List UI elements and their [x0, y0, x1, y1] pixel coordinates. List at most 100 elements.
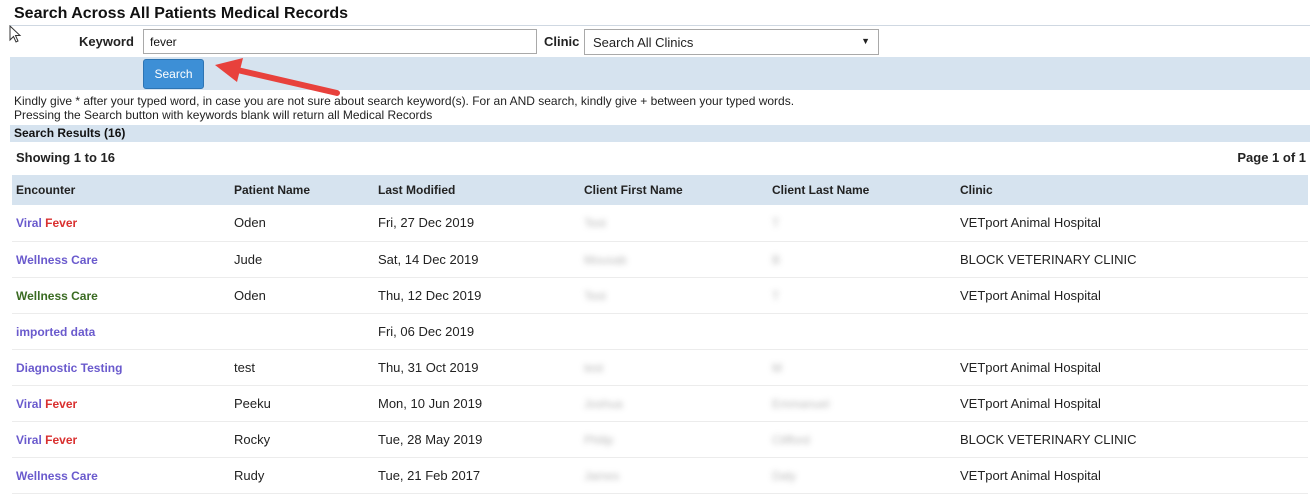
cell-last-modified: Fri, 27 Dec 2019 — [374, 205, 580, 242]
blurred-client-last-name: Emmanuel — [772, 396, 830, 411]
showing-range: Showing 1 to 16 — [16, 150, 115, 165]
cell-encounter: Viral Fever — [12, 421, 230, 458]
blurred-client-first-name: test — [584, 360, 604, 375]
column-header-patient-name[interactable]: Patient Name — [230, 175, 374, 205]
cell-client-first-name: Test — [580, 277, 768, 314]
clinic-label: Clinic — [544, 34, 580, 49]
search-button[interactable]: Search — [143, 59, 204, 89]
mouse-pointer-icon — [9, 25, 22, 43]
cell-encounter: Wellness Care — [12, 241, 230, 278]
results-table: Encounter Patient Name Last Modified Cli… — [12, 175, 1308, 494]
encounter-link[interactable]: imported data — [16, 325, 95, 339]
cell-clinic: VETport Animal Hospital — [956, 457, 1308, 494]
cell-encounter: Viral Fever — [12, 385, 230, 422]
column-header-client-last-name[interactable]: Client Last Name — [768, 175, 956, 205]
table-header-row: Encounter Patient Name Last Modified Cli… — [12, 175, 1308, 205]
encounter-text-a: Viral — [16, 216, 46, 231]
table-row: Wellness Care Oden Thu, 12 Dec 2019 Test T VE… — [12, 277, 1308, 314]
table-row: Viral Fever Rocky Tue, 28 May 2019 Philip Cl… — [12, 421, 1308, 458]
clinic-select-value: Search All Clinics — [593, 35, 694, 50]
cell-last-modified: Tue, 21 Feb 2017 — [374, 457, 580, 494]
cell-clinic: VETport Animal Hospital — [956, 205, 1308, 242]
cell-clinic: VETport Animal Hospital — [956, 385, 1308, 422]
blurred-client-first-name: Joshua — [584, 396, 623, 411]
cell-client-last-name: M — [768, 349, 956, 386]
encounter-link[interactable]: Wellness Care — [16, 469, 98, 483]
cell-patient-name: Peeku — [230, 385, 374, 422]
encounter-text-b: Fever — [45, 396, 78, 411]
table-row: Viral Fever Oden Fri, 27 Dec 2019 Test T VETp… — [12, 205, 1308, 242]
cell-clinic: BLOCK VETERINARY CLINIC — [956, 421, 1308, 458]
cell-patient-name: Oden — [230, 205, 374, 242]
cell-last-modified: Thu, 31 Oct 2019 — [374, 349, 580, 386]
blurred-client-last-name: B — [772, 252, 781, 267]
cell-patient-name: Rudy — [230, 457, 374, 494]
cell-client-last-name: T — [768, 277, 956, 314]
cell-client-first-name: test — [580, 349, 768, 386]
blurred-client-first-name: Mousab — [584, 252, 627, 267]
encounter-link[interactable]: Viral Fever — [16, 433, 77, 447]
cell-encounter: Wellness Care — [12, 457, 230, 494]
cell-client-first-name — [580, 313, 768, 350]
encounter-link[interactable]: Diagnostic Testing — [16, 361, 122, 375]
blurred-client-first-name: Test — [584, 288, 607, 303]
cell-last-modified: Sat, 14 Dec 2019 — [374, 241, 580, 278]
blurred-client-last-name: Daly — [772, 468, 797, 483]
cell-client-first-name: Joshua — [580, 385, 768, 422]
blurred-client-last-name: T — [772, 216, 780, 231]
cell-last-modified: Tue, 28 May 2019 — [374, 421, 580, 458]
table-row: Diagnostic Testing test Thu, 31 Oct 2019 te… — [12, 349, 1308, 386]
encounter-text-a: imported data — [16, 324, 96, 339]
cell-encounter: imported data — [12, 313, 230, 350]
blurred-client-last-name: T — [772, 288, 780, 303]
cell-patient-name — [230, 313, 374, 350]
column-header-clinic[interactable]: Clinic — [956, 175, 1308, 205]
blurred-client-first-name: Philip — [584, 432, 614, 447]
blurred-client-last-name: M — [772, 360, 782, 375]
chevron-down-icon: ▼ — [861, 36, 870, 46]
page-title: Search Across All Patients Medical Recor… — [14, 5, 349, 22]
column-header-encounter[interactable]: Encounter — [12, 175, 230, 205]
cell-client-first-name: Philip — [580, 421, 768, 458]
encounter-text-b: Fever — [45, 432, 78, 447]
cell-client-first-name: Test — [580, 205, 768, 242]
encounter-link[interactable]: Viral Fever — [16, 216, 77, 230]
cell-patient-name: Rocky — [230, 421, 374, 458]
encounter-text-a: Viral — [16, 432, 46, 447]
column-header-last-modified[interactable]: Last Modified — [374, 175, 580, 205]
column-header-client-first-name[interactable]: Client First Name — [580, 175, 768, 205]
cell-client-first-name: Mousab — [580, 241, 768, 278]
cell-patient-name: Jude — [230, 241, 374, 278]
encounter-link[interactable]: Wellness Care — [16, 253, 98, 267]
blurred-client-first-name: Test — [584, 216, 607, 231]
cell-client-last-name — [768, 313, 956, 350]
cell-clinic — [956, 313, 1308, 350]
cell-client-first-name: James — [580, 457, 768, 494]
table-row: imported data Fri, 06 Dec 2019 — [12, 313, 1308, 350]
help-text-line2: Pressing the Search button with keywords… — [14, 108, 433, 122]
encounter-text-a: Wellness Care — [16, 468, 98, 483]
keyword-label: Keyword — [79, 34, 134, 49]
table-row: Viral Fever Peeku Mon, 10 Jun 2019 Joshua Em… — [12, 385, 1308, 422]
cell-encounter: Viral Fever — [12, 205, 230, 242]
cell-client-last-name: Emmanuel — [768, 385, 956, 422]
keyword-input[interactable] — [143, 29, 537, 54]
table-row: Wellness Care Jude Sat, 14 Dec 2019 Mousab B… — [12, 241, 1308, 278]
encounter-text-a: Wellness Care — [16, 288, 98, 303]
cell-client-last-name: Clifford — [768, 421, 956, 458]
encounter-link[interactable]: Wellness Care — [16, 289, 98, 303]
cell-last-modified: Fri, 06 Dec 2019 — [374, 313, 580, 350]
search-results-bar: Search Results (16) — [10, 125, 1310, 142]
cell-clinic: BLOCK VETERINARY CLINIC — [956, 241, 1308, 278]
clinic-select[interactable]: Search All Clinics ▼ — [584, 29, 879, 55]
page-indicator: Page 1 of 1 — [1237, 150, 1306, 165]
cell-clinic: VETport Animal Hospital — [956, 277, 1308, 314]
encounter-link[interactable]: Viral Fever — [16, 397, 77, 411]
encounter-text-a: Wellness Care — [16, 252, 98, 267]
help-text-line1: Kindly give * after your typed word, in … — [14, 94, 795, 108]
title-divider — [10, 25, 1310, 26]
encounter-text-a: Diagnostic Testing — [16, 360, 123, 375]
cell-client-last-name: Daly — [768, 457, 956, 494]
cell-last-modified: Thu, 12 Dec 2019 — [374, 277, 580, 314]
blurred-client-last-name: Clifford — [772, 432, 810, 447]
